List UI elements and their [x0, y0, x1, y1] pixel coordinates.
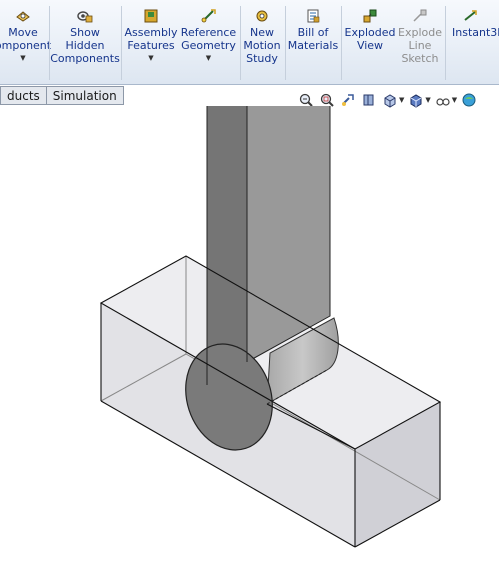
tab-simulation[interactable]: Simulation — [45, 86, 124, 105]
show-hidden-components-icon — [75, 8, 95, 24]
move-component-label: Move omponent — [0, 26, 52, 52]
chevron-down-icon[interactable]: ▼ — [148, 54, 153, 62]
graphics-area[interactable] — [0, 99, 499, 575]
reference-geometry-button[interactable]: Reference Geometry ▼ — [180, 0, 237, 85]
reference-geometry-label: Reference Geometry — [180, 26, 237, 52]
assembly-features-icon — [142, 8, 160, 24]
exploded-view-label: Exploded View — [344, 26, 396, 52]
ribbon-separator — [121, 6, 122, 80]
assembly-features-button[interactable]: Assembly Features ▼ — [124, 0, 178, 85]
ribbon-separator — [285, 6, 286, 80]
exploded-view-button[interactable]: Exploded View — [343, 0, 397, 85]
instant3d-icon — [448, 8, 480, 24]
bill-of-materials-icon — [304, 8, 322, 24]
instant3d-label: Instant3D — [452, 26, 499, 39]
chevron-down-icon[interactable]: ▼ — [425, 96, 430, 104]
show-hidden-components-label: Show Hidden Components — [50, 26, 120, 65]
move-component-icon — [14, 8, 32, 24]
bill-of-materials-label: Bill of Materials — [287, 26, 339, 52]
tab-products[interactable]: ducts — [0, 86, 47, 105]
motion-study-icon — [253, 8, 271, 24]
bill-of-materials-button[interactable]: Bill of Materials — [287, 0, 339, 85]
chevron-down-icon[interactable]: ▼ — [452, 96, 457, 104]
chevron-down-icon[interactable]: ▼ — [206, 54, 211, 62]
command-manager-tabs: ducts Simulation — [0, 86, 124, 105]
reference-geometry-icon — [200, 8, 218, 24]
chevron-down-icon[interactable]: ▼ — [20, 54, 25, 62]
explode-line-sketch-button[interactable]: Explode Line Sketch — [398, 0, 442, 85]
instant3d-button[interactable]: Instant3D — [448, 0, 499, 85]
assembly-model — [99, 99, 442, 548]
ribbon-separator — [445, 6, 446, 80]
command-manager-ribbon: Move omponent ▼ Show Hidden Components A… — [0, 0, 499, 85]
assembly-features-label: Assembly Features — [124, 26, 178, 52]
ribbon-separator — [341, 6, 342, 80]
show-hidden-components-button[interactable]: Show Hidden Components — [50, 0, 120, 85]
new-motion-study-button[interactable]: New Motion Study — [242, 0, 282, 85]
explode-line-sketch-label: Explode Line Sketch — [398, 26, 442, 65]
ribbon-separator — [240, 6, 241, 80]
move-component-button[interactable]: Move omponent ▼ — [0, 0, 51, 85]
explode-line-sketch-icon — [411, 8, 429, 24]
exploded-view-icon — [361, 8, 379, 24]
chevron-down-icon[interactable]: ▼ — [399, 96, 404, 104]
new-motion-study-label: New Motion Study — [243, 26, 281, 65]
